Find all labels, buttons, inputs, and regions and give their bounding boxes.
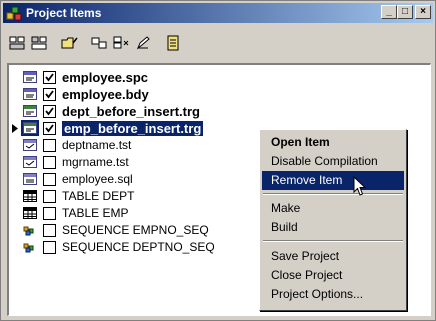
project-items-window: Project Items _ □ × employee.spc employe… — [0, 0, 436, 321]
properties-icon[interactable] — [163, 32, 185, 54]
maximize-button[interactable]: □ — [397, 5, 413, 19]
title-bar[interactable]: Project Items _ □ × — [3, 3, 433, 23]
item-label: TABLE DEPT — [62, 189, 135, 203]
item-label: employee.bdy — [62, 86, 149, 102]
row-indicator — [9, 103, 21, 119]
row-indicator — [9, 222, 21, 238]
mouse-cursor-icon — [353, 175, 367, 198]
item-checkbox[interactable] — [43, 223, 56, 237]
current-row-indicator-icon — [9, 120, 21, 136]
menu-item-disable-compilation[interactable]: Disable Compilation — [262, 152, 404, 171]
item-label: employee.spc — [62, 69, 148, 85]
item-checkbox[interactable] — [43, 206, 56, 220]
sql-file-icon — [21, 171, 39, 187]
list-item[interactable]: dept_before_insert.trg — [9, 103, 429, 119]
test-script-icon — [21, 137, 39, 153]
row-indicator — [9, 205, 21, 221]
row-indicator — [9, 154, 21, 170]
table-icon — [21, 205, 39, 221]
close-button[interactable]: × — [415, 5, 431, 19]
minimize-button[interactable]: _ — [381, 5, 397, 19]
menu-separator — [263, 240, 403, 242]
menu-item-open-item[interactable]: Open Item — [262, 133, 404, 152]
menu-item-project-options[interactable]: Project Options... — [262, 285, 404, 304]
item-checkbox[interactable] — [43, 121, 56, 135]
table-icon — [21, 188, 39, 204]
item-checkbox[interactable] — [43, 189, 56, 203]
item-label: employee.sql — [62, 172, 133, 186]
item-label: SEQUENCE DEPTNO_SEQ — [62, 240, 215, 254]
item-label: dept_before_insert.trg — [62, 103, 200, 119]
item-checkbox[interactable] — [43, 172, 56, 186]
item-checkbox[interactable] — [43, 138, 56, 152]
open-folder-icon[interactable] — [59, 32, 81, 54]
package-body-icon — [21, 86, 39, 102]
row-indicator — [9, 69, 21, 85]
item-label: SEQUENCE EMPNO_SEQ — [62, 223, 209, 237]
item-checkbox[interactable] — [43, 155, 56, 169]
item-checkbox[interactable] — [43, 70, 56, 84]
compile-icon[interactable] — [89, 32, 111, 54]
trigger-icon — [21, 103, 39, 119]
item-checkbox[interactable] — [43, 87, 56, 101]
menu-item-make[interactable]: Make — [262, 199, 404, 218]
collapse-icon[interactable] — [7, 32, 29, 54]
item-label: emp_before_insert.trg — [62, 120, 204, 136]
trigger-icon — [21, 120, 39, 136]
menu-item-save-project[interactable]: Save Project — [262, 247, 404, 266]
compile-all-icon[interactable] — [111, 32, 133, 54]
menu-item-build[interactable]: Build — [262, 218, 404, 237]
list-item[interactable]: employee.spc — [9, 69, 429, 85]
edit-icon[interactable] — [133, 32, 155, 54]
window-title: Project Items — [26, 6, 102, 20]
context-menu: Open Item Disable Compilation Remove Ite… — [259, 129, 407, 311]
item-label: deptname.tst — [62, 138, 132, 152]
toolbar — [7, 31, 185, 55]
test-script-icon — [21, 154, 39, 170]
item-checkbox[interactable] — [43, 240, 56, 254]
menu-separator — [263, 193, 403, 195]
package-spec-icon — [21, 69, 39, 85]
sequence-icon — [21, 222, 39, 238]
sequence-icon — [21, 239, 39, 255]
row-indicator — [9, 239, 21, 255]
expand-icon[interactable] — [29, 32, 51, 54]
row-indicator — [9, 137, 21, 153]
item-label: mgrname.tst — [62, 155, 129, 169]
row-indicator — [9, 86, 21, 102]
row-indicator — [9, 188, 21, 204]
list-item[interactable]: employee.bdy — [9, 86, 429, 102]
project-icon — [6, 5, 22, 21]
row-indicator — [9, 171, 21, 187]
menu-item-remove-item[interactable]: Remove Item — [262, 171, 404, 190]
item-label: TABLE EMP — [62, 206, 129, 220]
item-checkbox[interactable] — [43, 104, 56, 118]
menu-item-close-project[interactable]: Close Project — [262, 266, 404, 285]
